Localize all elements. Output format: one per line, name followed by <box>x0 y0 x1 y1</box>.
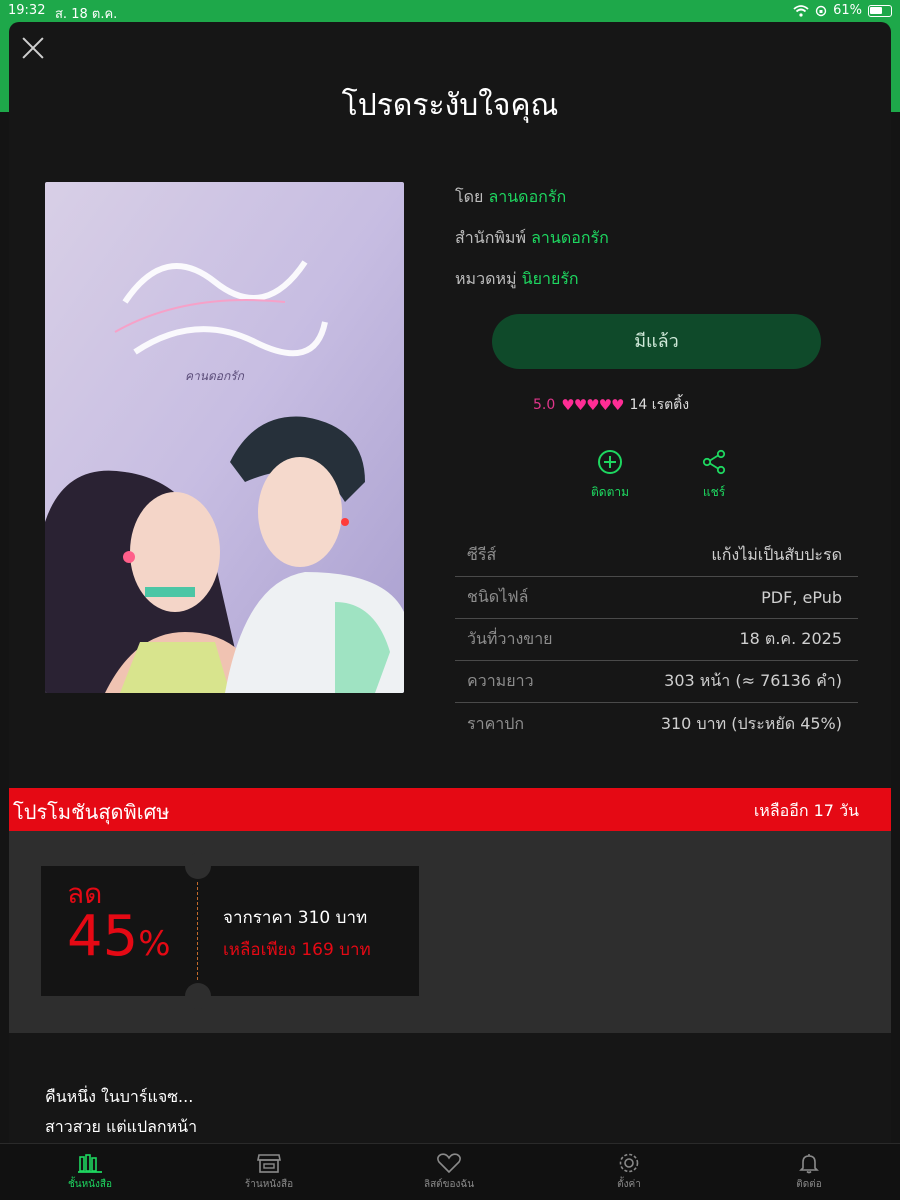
tab-my-list[interactable]: ลิสต์ของฉัน <box>389 1152 509 1192</box>
book-detail-sheet: โปรดระงับใจคุณ คานดอกรัก โดย ลานดอกรัก ส… <box>9 22 891 1143</box>
share-button[interactable]: แชร์ <box>684 449 744 502</box>
detail-key: ราคาปก <box>467 713 525 733</box>
category-line: หมวดหมู่ นิยายรัก <box>455 267 579 292</box>
detail-value: 303 หน้า (≈ 76136 คำ) <box>664 671 842 690</box>
share-label: แชร์ <box>702 485 726 499</box>
detail-row-series: ซีรีส์ แก้งไม่เป็นสับปะรด <box>455 535 858 577</box>
promo-title: โปรโมชันสุดพิเศษ <box>13 800 170 824</box>
author-label: โดย <box>455 187 484 206</box>
publisher-label: สำนักพิมพ์ <box>455 228 527 247</box>
author-link[interactable]: ลานดอกรัก <box>488 187 566 206</box>
promo-banner: โปรโมชันสุดพิเศษ เหลืออีก 17 วัน <box>9 788 891 831</box>
detail-key: วันที่วางขาย <box>467 629 553 648</box>
bookshelf-icon <box>78 1154 102 1173</box>
status-time: 19:32 <box>8 3 46 18</box>
rating-count: 14 เรตติ้ง <box>629 397 690 413</box>
rating[interactable]: 5.0 ♥♥♥♥♥ 14 เรตติ้ง <box>533 394 689 416</box>
detail-key: ชนิดไฟล์ <box>467 587 529 606</box>
publisher-link[interactable]: ลานดอกรัก <box>531 228 609 247</box>
tab-label: ชั้นหนังสือ <box>67 1179 113 1190</box>
status-bar: 19:32 ส. 18 ต.ค. 61% <box>0 0 900 24</box>
battery-icon <box>868 4 892 17</box>
status-right: 61% <box>793 3 892 18</box>
discount-coupon: ลด 45% จากราคา 310 บาท เหลือเพียง 169 บา… <box>41 853 419 1009</box>
tab-label: ติดต่อ <box>796 1179 822 1190</box>
close-icon[interactable] <box>21 36 45 60</box>
category-label: หมวดหมู่ <box>455 269 517 288</box>
detail-value: PDF, ePub <box>761 588 842 607</box>
rating-stars-icon: ♥♥♥♥♥ <box>561 396 624 414</box>
gear-icon <box>619 1153 639 1173</box>
description-line: สาวสวย แต่แปลกหน้า <box>45 1117 198 1136</box>
plus-circle-icon <box>598 450 622 474</box>
tab-bookshelf[interactable]: ชั้นหนังสือ <box>30 1152 150 1192</box>
detail-row-file-type: ชนิดไฟล์ PDF, ePub <box>455 577 858 619</box>
follow-button[interactable]: ติดตาม <box>580 449 640 502</box>
detail-row-cover-price: ราคาปก 310 บาท (ประหยัด 45%) <box>455 703 858 745</box>
book-description: คืนหนึ่ง ในบาร์แจซ... สาวสวย แต่แปลกหน้า <box>45 1082 197 1142</box>
category-link[interactable]: นิยายรัก <box>522 269 579 288</box>
tab-bookstore[interactable]: ร้านหนังสือ <box>209 1152 329 1192</box>
detail-value: 310 บาท (ประหยัด 45%) <box>660 713 842 733</box>
share-icon <box>702 449 726 475</box>
book-title: โปรดระงับใจคุณ <box>341 88 559 123</box>
discount-percent: 45% <box>67 904 171 969</box>
detail-key: ซีรีส์ <box>467 545 497 564</box>
description-line: คืนหนึ่ง ในบาร์แจซ... <box>45 1087 194 1106</box>
detail-table: ซีรีส์ แก้งไม่เป็นสับปะรด ชนิดไฟล์ PDF, … <box>455 535 858 745</box>
battery-percent: 61% <box>833 3 862 18</box>
owned-button[interactable]: มีแล้ว <box>492 314 821 369</box>
promo-area: ลด 45% จากราคา 310 บาท เหลือเพียง 169 บา… <box>9 831 891 1033</box>
discount-value: 45 <box>67 904 139 969</box>
detail-row-release-date: วันที่วางขาย 18 ต.ค. 2025 <box>455 619 858 661</box>
follow-label: ติดตาม <box>590 485 630 499</box>
coupon-divider <box>197 882 198 980</box>
heart-icon <box>437 1153 461 1174</box>
coupon-notch <box>185 983 211 1009</box>
tab-bar: ชั้นหนังสือ ร้านหนังสือ ลิสต์ของฉัน ตั้ง… <box>0 1143 900 1200</box>
author-line: โดย ลานดอกรัก <box>455 185 566 210</box>
promo-days-left: เหลืออีก 17 วัน <box>753 801 859 820</box>
detail-value[interactable]: แก้งไม่เป็นสับปะรด <box>711 543 842 568</box>
store-icon <box>257 1154 281 1173</box>
sale-price: เหลือเพียง 169 บาท <box>223 940 371 960</box>
wifi-icon <box>793 4 809 17</box>
cover-illustration: คานดอกรัก <box>45 182 404 693</box>
tab-label: ลิสต์ของฉัน <box>423 1179 475 1190</box>
rating-score: 5.0 <box>533 397 556 413</box>
detail-row-length: ความยาว 303 หน้า (≈ 76136 คำ) <box>455 661 858 703</box>
detail-value: 18 ต.ค. 2025 <box>739 629 842 648</box>
status-date: ส. 18 ต.ค. <box>55 7 118 22</box>
detail-key: ความยาว <box>467 671 534 690</box>
bell-icon <box>799 1154 819 1174</box>
discount-sign: % <box>138 924 171 964</box>
original-price: จากราคา 310 บาท <box>223 908 368 928</box>
tab-contact[interactable]: ติดต่อ <box>749 1152 869 1192</box>
tab-label: ร้านหนังสือ <box>244 1179 294 1190</box>
coupon-notch <box>185 853 211 879</box>
orientation-lock-icon <box>815 5 827 16</box>
publisher-line: สำนักพิมพ์ ลานดอกรัก <box>455 226 609 251</box>
book-cover: คานดอกรัก <box>45 182 404 693</box>
tab-settings[interactable]: ตั้งค่า <box>569 1152 689 1192</box>
tab-label: ตั้งค่า <box>617 1179 641 1190</box>
cover-author-text: คานดอกรัก <box>185 369 245 383</box>
